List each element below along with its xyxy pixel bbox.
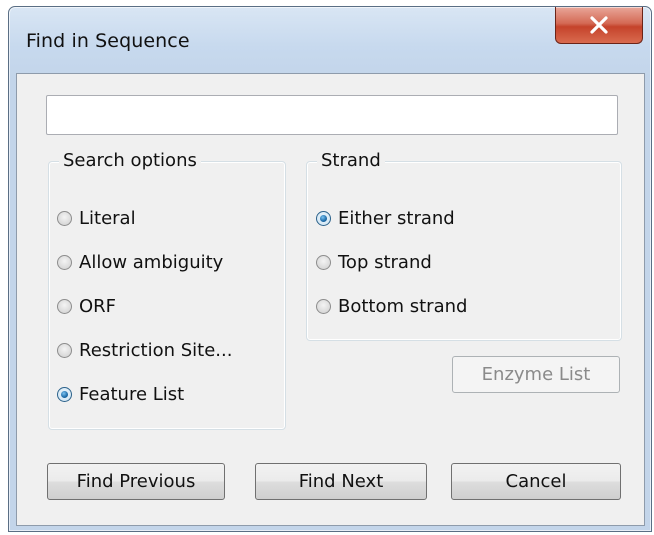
radio-label: Either strand (338, 208, 455, 229)
radio-orf[interactable]: ORF (57, 296, 116, 317)
radio-label: ORF (79, 296, 117, 317)
strand-legend: Strand (317, 150, 385, 171)
title-bar[interactable]: Find in Sequence (9, 7, 651, 73)
dialog-window: Find in Sequence Search options Literal … (8, 6, 652, 532)
radio-allow-ambiguity[interactable]: Allow ambiguity (57, 252, 223, 273)
radio-label: Feature List (79, 384, 185, 405)
close-button[interactable] (555, 7, 643, 44)
radio-button-selected[interactable] (316, 211, 331, 226)
find-next-button[interactable]: Find Next (255, 463, 427, 500)
radio-button[interactable] (316, 299, 331, 314)
search-input[interactable] (46, 95, 618, 135)
radio-button[interactable] (57, 299, 72, 314)
radio-top-strand[interactable]: Top strand (316, 252, 432, 273)
radio-restriction-site[interactable]: Restriction Site... (57, 340, 232, 361)
radio-label: Restriction Site... (79, 340, 233, 361)
radio-button[interactable] (57, 255, 72, 270)
radio-label: Bottom strand (338, 296, 468, 317)
radio-bottom-strand[interactable]: Bottom strand (316, 296, 467, 317)
radio-feature-list[interactable]: Feature List (57, 384, 184, 405)
radio-button-selected[interactable] (57, 387, 72, 402)
enzyme-list-button[interactable]: Enzyme List (452, 356, 620, 393)
radio-label: Top strand (338, 252, 432, 273)
radio-literal[interactable]: Literal (57, 208, 136, 229)
radio-button[interactable] (316, 255, 331, 270)
radio-label: Allow ambiguity (79, 252, 224, 273)
find-previous-button[interactable]: Find Previous (47, 463, 225, 500)
radio-either-strand[interactable]: Either strand (316, 208, 455, 229)
dialog-body: Search options Literal Allow ambiguity O… (16, 73, 645, 526)
dialog-title: Find in Sequence (26, 30, 190, 52)
radio-button[interactable] (57, 343, 72, 358)
cancel-button[interactable]: Cancel (451, 463, 621, 500)
close-icon (590, 16, 608, 34)
radio-button[interactable] (57, 211, 72, 226)
radio-label: Literal (79, 208, 136, 229)
search-options-legend: Search options (59, 150, 201, 171)
